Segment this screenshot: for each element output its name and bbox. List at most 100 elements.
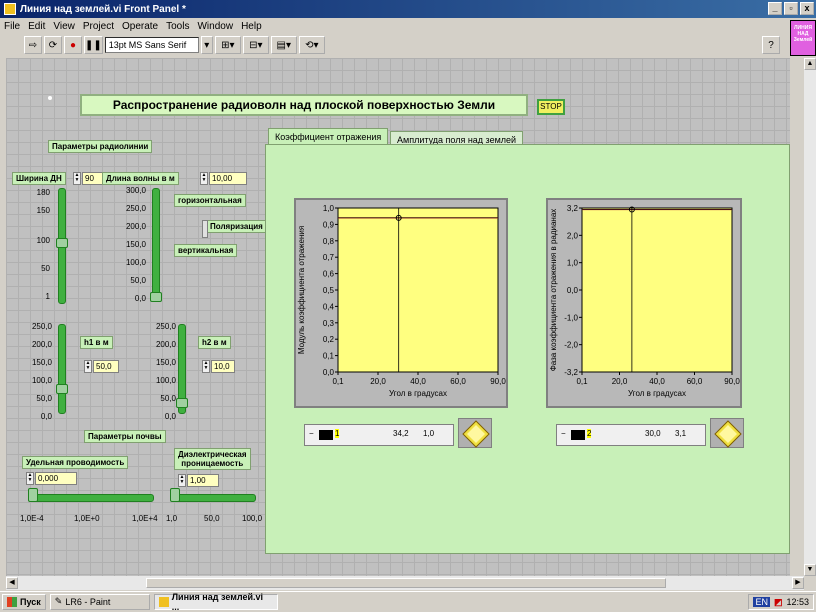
window-title-bar[interactable]: Линия над землей.vi Front Panel * _ ▫ x [0, 0, 816, 18]
help-button[interactable]: ? [762, 36, 780, 54]
taskbar-paint[interactable]: ✎ LR6 - Paint [49, 593, 150, 610]
h1-value[interactable]: 50,0 [93, 360, 119, 373]
taskbar-vi[interactable]: Линия над землей.vi ... [153, 592, 278, 612]
h2-value[interactable]: 10,0 [211, 360, 235, 373]
permittivity-knob[interactable] [170, 488, 180, 502]
y-axis-label: Фаза коэффициента отражения в радианах [549, 209, 558, 372]
run-continuous-icon[interactable]: ⟳ [44, 36, 62, 54]
menu-window[interactable]: Window [197, 21, 233, 32]
cursor-1-minus[interactable]: − [309, 429, 314, 438]
conductivity-value[interactable]: 0,000 [35, 472, 77, 485]
h1-knob[interactable] [56, 384, 68, 394]
conductivity-knob[interactable] [28, 488, 38, 502]
scale-tick: 1 [45, 292, 50, 301]
permittivity-spin[interactable]: ▲ ▼ [178, 474, 186, 487]
beamwidth-value[interactable]: 90 [82, 172, 104, 185]
conductivity-slider[interactable] [30, 494, 154, 502]
beamwidth-knob[interactable] [56, 238, 68, 248]
conductivity-spin[interactable]: ▲ ▼ [26, 472, 34, 485]
cursor-1-x: 34,2 [393, 429, 409, 438]
reorder-icon[interactable]: ⟲▾ [298, 36, 325, 54]
polarization-vertical: вертикальная [174, 244, 238, 257]
horizontal-scrollbar[interactable]: ◀ ▶ [6, 576, 804, 590]
x-tick-label: 20,0 [612, 377, 628, 386]
distribute-objects-icon[interactable]: ⊟▾ [242, 36, 269, 54]
y-tick-label: 0,7 [323, 253, 335, 262]
x-axis-label: Угол в градусах [389, 389, 447, 398]
wavelength-slider[interactable] [152, 188, 160, 302]
h1-spin[interactable]: ▲ ▼ [84, 360, 92, 373]
h1-scale: 250,0 200,0 150,0 100,0 50,0 0,0 [6, 322, 52, 422]
scale-tick: 50,0 [36, 394, 52, 403]
scroll-left-icon[interactable]: ◀ [6, 577, 18, 589]
y-tick-label: -3,2 [564, 368, 578, 377]
panel-title: Распространение радиоволн над плоской по… [80, 94, 528, 116]
wavelength-scale: 300,0 250,0 200,0 150,0 100,0 50,0 0,0 [106, 186, 146, 306]
menu-help[interactable]: Help [241, 21, 262, 32]
scroll-thumb[interactable] [146, 578, 666, 588]
y-tick-label: 0,9 [323, 220, 335, 229]
clock: 12:53 [786, 597, 809, 607]
polarization-toggle[interactable] [202, 220, 208, 238]
cursor-1-y: 1,0 [423, 429, 435, 438]
menu-operate[interactable]: Operate [122, 21, 158, 32]
font-selector[interactable]: 13pt MS Sans Serif [104, 37, 199, 53]
maximize-button[interactable]: ▫ [784, 2, 798, 15]
graph-1-svg: 1,00,90,80,70,60,50,40,30,20,10,00,1 20,0… [297, 204, 506, 398]
menu-view[interactable]: View [53, 21, 75, 32]
h1-slider[interactable] [58, 324, 66, 414]
scale-tick: 100,0 [242, 514, 263, 523]
scale-tick: 1,0 [166, 514, 178, 523]
menu-tools[interactable]: Tools [166, 21, 189, 32]
close-button[interactable]: x [800, 2, 814, 15]
permittivity-label-1: Диэлектрическая [178, 450, 247, 459]
start-button[interactable]: Пуск [2, 593, 46, 610]
x-axis-label: Угол в градусах [628, 389, 686, 398]
cursor-1-index: 1 [335, 429, 340, 438]
wavelength-value[interactable]: 10,00 [209, 172, 247, 185]
cursor-2-minus[interactable]: − [561, 429, 566, 438]
h2-scale: 250,0 200,0 150,0 100,0 50,0 0,0 [136, 322, 176, 422]
labview-icon [4, 3, 16, 15]
scale-tick: 50,0 [130, 276, 146, 285]
cursor-1-move-icon[interactable] [458, 418, 492, 448]
stop-button[interactable]: STOP [537, 99, 565, 115]
menu-edit[interactable]: Edit [28, 21, 45, 32]
graph-reflection-magnitude: 1,0 0,9 0,8 0,7 0,6 0,5 0,4 0,3 0,2 0,1 0,0 0,1 20,0… [294, 198, 508, 408]
run-arrow-icon[interactable]: ⇨ [24, 36, 42, 54]
cursor-panel-1[interactable]: − 1 34,2 1,0 [304, 424, 454, 446]
permittivity-slider[interactable] [172, 494, 256, 502]
scroll-right-icon[interactable]: ▶ [792, 577, 804, 589]
wavelength-spin[interactable]: ▲ ▼ [200, 172, 208, 185]
permittivity-label-2: проницаемость [181, 459, 244, 468]
scale-tick: 200,0 [31, 340, 52, 349]
menu-bar: File Edit View Project Operate Tools Win… [0, 18, 790, 34]
resize-objects-icon[interactable]: ▤▾ [270, 36, 297, 54]
scroll-down-icon[interactable]: ▼ [804, 564, 816, 576]
beamwidth-spin[interactable]: ▲ ▼ [73, 172, 81, 185]
h1-label: h1 в м [80, 336, 113, 349]
y-axis-label: Модуль коэффициента отражения [297, 226, 306, 354]
scale-tick: 180 [36, 188, 50, 197]
pause-icon[interactable]: ❚❚ [84, 36, 103, 54]
permittivity-value[interactable]: 1,00 [187, 474, 219, 487]
conductivity-label: Удельная проводимость [22, 456, 129, 469]
menu-file[interactable]: File [4, 21, 20, 32]
abort-icon[interactable]: ● [64, 36, 82, 54]
cursor-2-move-icon[interactable] [710, 418, 744, 448]
scale-tick: 150 [36, 206, 50, 215]
wavelength-knob[interactable] [150, 292, 162, 302]
minimize-button[interactable]: _ [768, 2, 782, 15]
vi-icon-text-3: Землей [793, 37, 813, 43]
h2-knob[interactable] [176, 398, 188, 408]
tray-app-icon[interactable]: ◩ [774, 597, 783, 608]
language-indicator[interactable]: EN [753, 597, 770, 607]
x-tick-label: 60,0 [687, 377, 703, 386]
cursor-panel-2[interactable]: − 2 30,0 3,1 [556, 424, 706, 446]
align-objects-icon[interactable]: ⊞▾ [214, 36, 241, 54]
scroll-up-icon[interactable]: ▲ [804, 58, 816, 70]
menu-project[interactable]: Project [83, 21, 114, 32]
vertical-scrollbar[interactable]: ▲ ▼ [804, 58, 816, 576]
font-dropdown-icon[interactable]: ▾ [200, 36, 213, 54]
h2-spin[interactable]: ▲ ▼ [202, 360, 210, 373]
